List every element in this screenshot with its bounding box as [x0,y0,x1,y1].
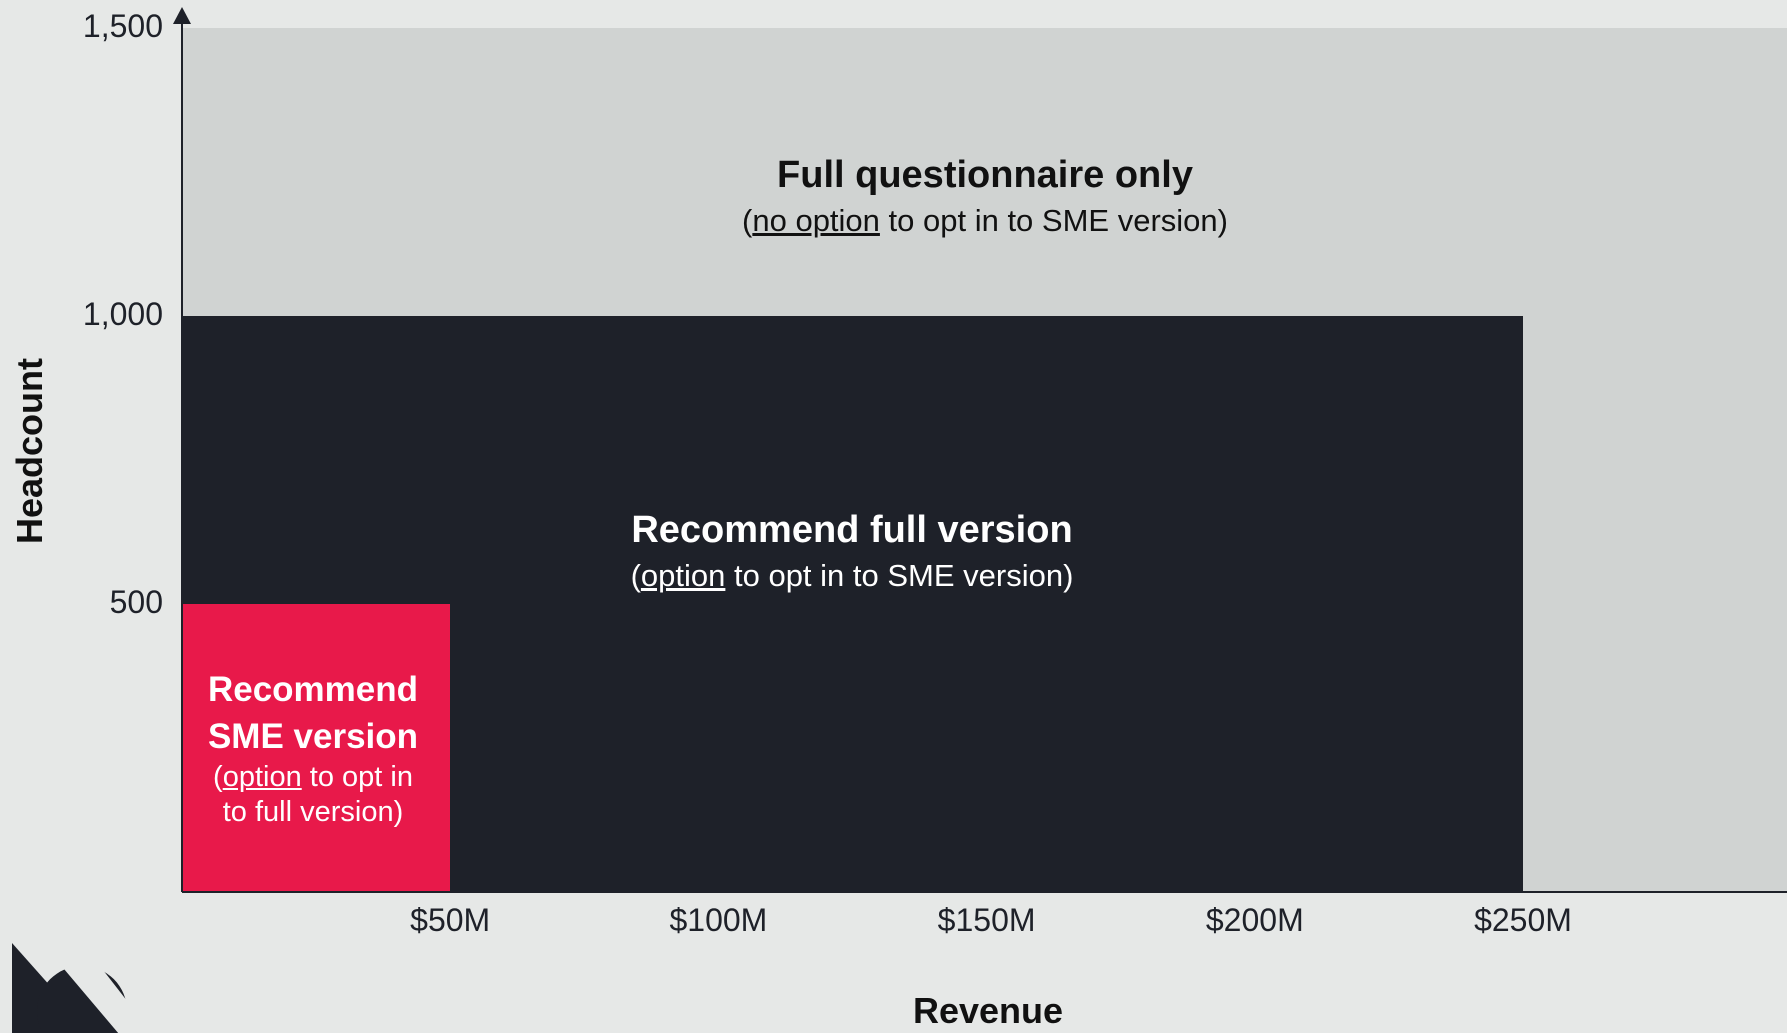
y-tick-label: 1,000 [82,296,163,332]
x-axis-title: Revenue [912,990,1064,1031]
chart-stage: Full questionnaire only (no option to op… [0,0,1787,1033]
x-tick-label: $200M [1205,902,1304,938]
y-tick-label: 1,500 [82,8,163,44]
x-tick-label: $100M [669,902,768,938]
y-axis-title: Headcount [9,358,50,545]
x-tick-label: $50M [410,902,491,938]
y-tick-label: 500 [109,584,163,620]
chart-axes [173,7,1787,893]
x-tick-label: $150M [937,902,1036,938]
y-axis-arrow-icon [173,7,191,24]
x-tick-label: $250M [1474,902,1572,938]
brand-logo-icon [12,943,152,1033]
